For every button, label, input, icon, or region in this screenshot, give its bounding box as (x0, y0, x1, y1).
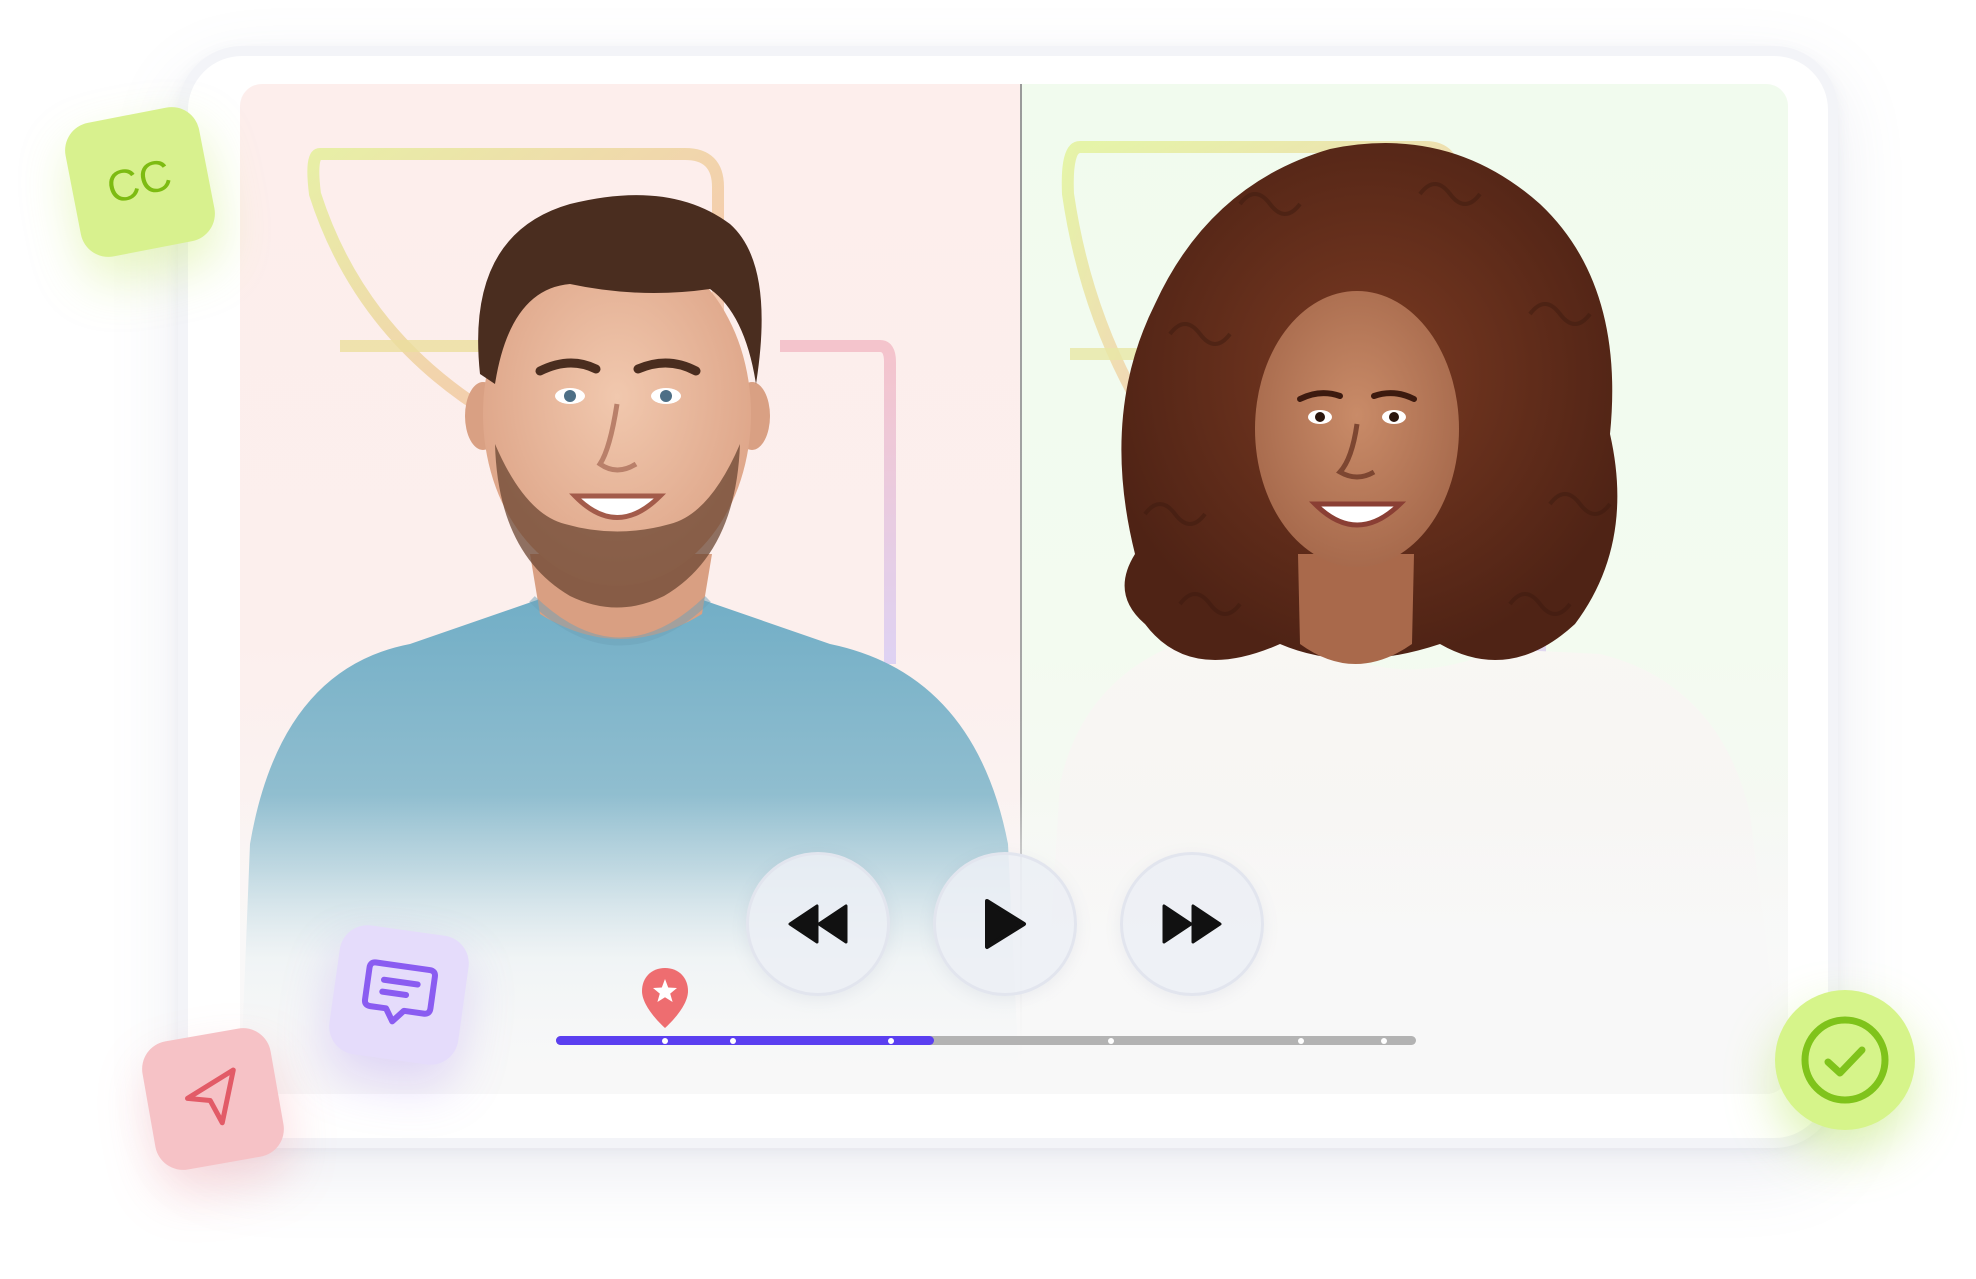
send-arrow-icon (185, 1067, 236, 1126)
video-call-illustration: CC (0, 0, 1976, 1279)
send-badge[interactable] (137, 1023, 289, 1175)
approve-badge[interactable] (1775, 990, 1915, 1130)
timeline-marker[interactable] (662, 1037, 669, 1044)
timeline-marker[interactable] (730, 1037, 737, 1044)
play-button[interactable] (933, 852, 1077, 996)
progress-timeline[interactable] (556, 1036, 1416, 1045)
bookmark-pin-icon[interactable] (640, 966, 690, 1032)
fast-forward-icon (1162, 904, 1222, 944)
rewind-button[interactable] (746, 852, 890, 996)
timeline-marker[interactable] (1297, 1037, 1304, 1044)
timeline-marker[interactable] (1107, 1037, 1114, 1044)
check-circle-icon (1801, 1016, 1889, 1104)
timeline-marker[interactable] (887, 1037, 894, 1044)
chat-message-icon (361, 959, 438, 1025)
comment-badge[interactable] (325, 921, 473, 1069)
play-icon (985, 899, 1026, 949)
captions-label: CC (101, 149, 178, 214)
captions-badge[interactable]: CC (60, 102, 220, 262)
progress-played (556, 1036, 935, 1045)
rewind-icon (788, 904, 848, 944)
timeline-marker[interactable] (1381, 1037, 1388, 1044)
fast-forward-button[interactable] (1120, 852, 1264, 996)
